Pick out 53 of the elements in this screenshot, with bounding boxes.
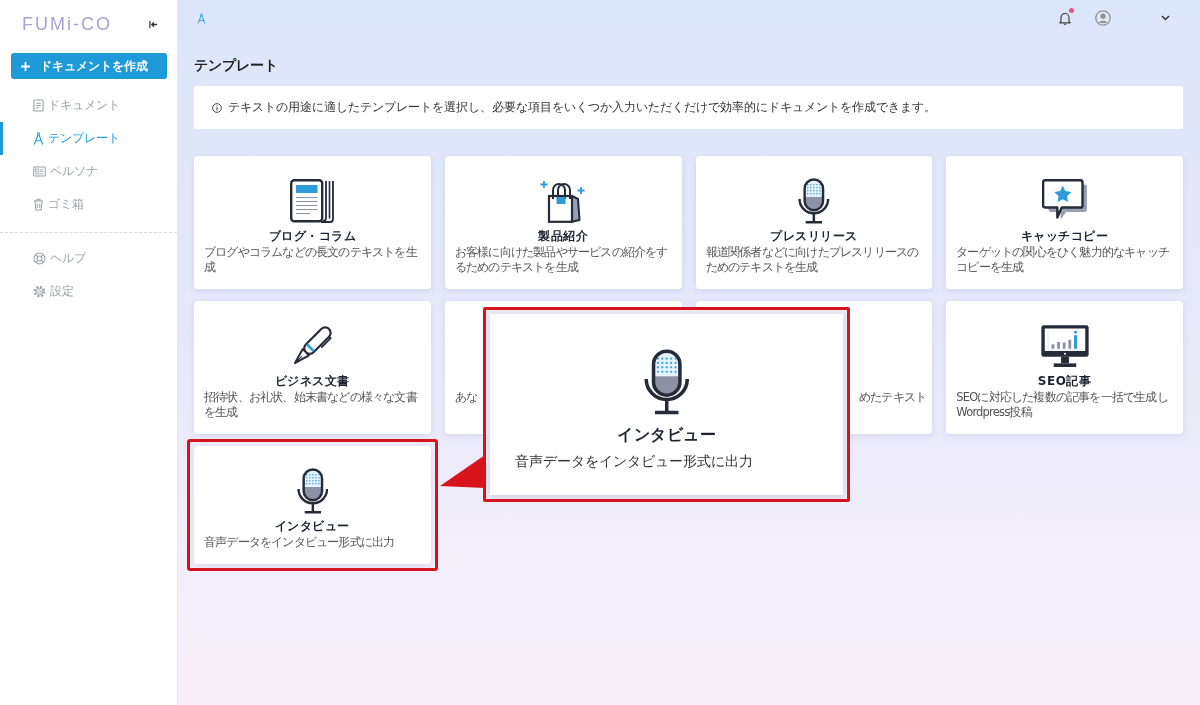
notification-bell-icon[interactable]: [1059, 11, 1071, 25]
card-description: 音声データをインタビュー形式に出力: [204, 535, 396, 550]
id-card-icon: [33, 166, 46, 177]
document-icon: [33, 99, 44, 112]
microphone-icon: [798, 178, 830, 224]
trash-icon: [33, 198, 44, 211]
nav-item[interactable]: テンプレート: [0, 122, 177, 155]
microphone-icon: [643, 349, 690, 415]
card-description: ターゲットの関心をひく魅力的なキャッチコピーを生成: [956, 245, 1171, 275]
info-icon: [212, 102, 222, 113]
card-description: お客様に向けた製品やサービスの紹介をするためのテキストを生成: [454, 245, 669, 275]
create-document-button[interactable]: ドキュメントを作成: [11, 53, 167, 79]
card-title: 製品紹介: [538, 228, 589, 244]
card-title: キャッチコピー: [1020, 228, 1109, 244]
card-description: あな: [454, 390, 478, 405]
template-card[interactable]: SEO記事 SEOに対応した複数の記事を一括で生成しWordpress投稿: [946, 301, 1183, 434]
card-description: 報道関係者などに向けたプレスリリースのためのテキストを生成: [705, 245, 920, 275]
template-card[interactable]: ビジネス文書 招待状、お礼状、始末書などの様々な文書を生成: [194, 301, 431, 434]
card-title: インタビュー: [274, 518, 350, 534]
callout-title: インタビュー: [617, 425, 716, 445]
card-description: ブログやコラムなどの長文のテキストを生成: [204, 245, 419, 275]
collapse-icon[interactable]: [149, 19, 158, 29]
chevron-down-icon[interactable]: [1161, 15, 1170, 21]
nav-item[interactable]: ドキュメント: [0, 89, 177, 122]
page-title: テンプレート: [194, 56, 279, 74]
callout-description: 音声データをインタビュー形式に出力: [515, 452, 754, 470]
help-icon: [33, 252, 46, 265]
card-title: SEO記事: [1037, 373, 1092, 389]
nav-item[interactable]: ゴミ箱: [0, 188, 177, 221]
template-card[interactable]: インタビュー 音声データをインタビュー形式に出力: [194, 446, 431, 564]
shopping-bag-icon: [540, 178, 587, 224]
microphone-icon: [296, 468, 329, 514]
card-description: めたテキスト: [859, 390, 927, 405]
template-card[interactable]: 製品紹介 お客様に向けた製品やサービスの紹介をするためのテキストを生成: [444, 156, 682, 289]
compass-icon: [33, 132, 44, 145]
monitor-chart-icon: [1039, 323, 1090, 369]
card-description: 招待状、お礼状、始末書などの様々な文書を生成: [204, 390, 419, 420]
logo[interactable]: FUMi-CO: [22, 14, 112, 34]
nav-item[interactable]: ペルソナ: [0, 155, 177, 188]
nav-item[interactable]: ヘルプ: [0, 242, 177, 275]
template-card[interactable]: プレスリリース 報道関係者などに向けたプレスリリースのためのテキストを生成: [695, 156, 933, 289]
plus-icon: [21, 61, 30, 71]
avatar-icon[interactable]: [1095, 10, 1111, 26]
info-text: テキストの用途に適したテンプレートを選択し、必要な項目をいくつか入力いただくだけで効率的にドキュメントを作成できます。: [228, 100, 936, 115]
card-title: ビジネス文書: [274, 373, 350, 389]
newspaper-icon: [289, 178, 336, 224]
card-description: SEOに対応した複数の記事を一括で生成しWordpress投稿: [956, 390, 1169, 420]
template-card[interactable]: ブログ・コラム ブログやコラムなどの長文のテキストを生成: [194, 156, 431, 289]
card-title: ブログ・コラム: [268, 228, 357, 244]
nav-item[interactable]: 設定: [0, 275, 177, 308]
settings-icon: [33, 285, 46, 298]
card-title: プレスリリース: [770, 228, 858, 244]
template-card[interactable]: キャッチコピー ターゲットの関心をひく魅力的なキャッチコピーを生成: [946, 156, 1183, 289]
